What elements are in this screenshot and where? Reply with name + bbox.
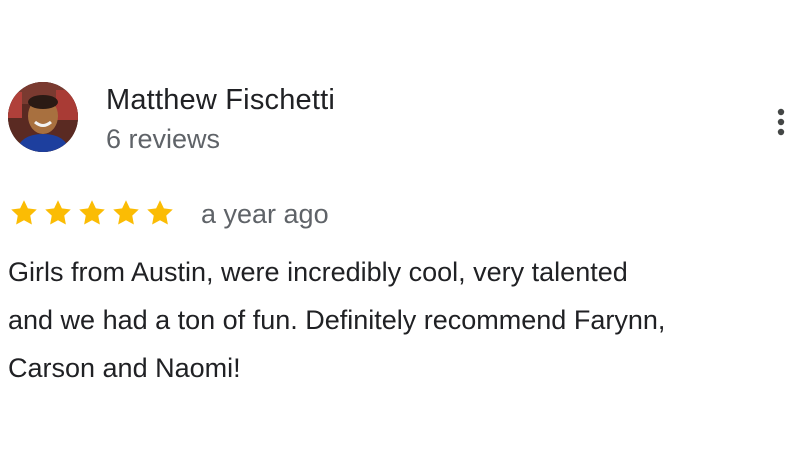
reviewer-review-count[interactable]: 6 reviews (106, 124, 220, 155)
review-text-line: Girls from Austin, were incredibly cool,… (8, 257, 628, 287)
reviewer-name[interactable]: Matthew Fischetti (106, 84, 335, 117)
user-avatar-photo-icon (8, 82, 78, 152)
star-icon (8, 198, 40, 228)
star-rating (8, 198, 176, 228)
more-vertical-icon (777, 108, 785, 136)
review-date: a year ago (201, 199, 329, 229)
avatar[interactable] (8, 82, 78, 152)
review-text-line: and we had a ton of fun. Definitely reco… (8, 305, 666, 335)
star-icon (42, 198, 74, 228)
star-icon (76, 198, 108, 228)
review-text-line: Carson and Naomi! (8, 353, 241, 383)
review-card: Matthew Fischetti 6 reviews a year ago G… (0, 0, 800, 450)
review-text: Girls from Austin, were incredibly cool,… (8, 248, 798, 392)
more-options-button[interactable] (766, 102, 796, 142)
star-icon (110, 198, 142, 228)
star-icon (144, 198, 176, 228)
